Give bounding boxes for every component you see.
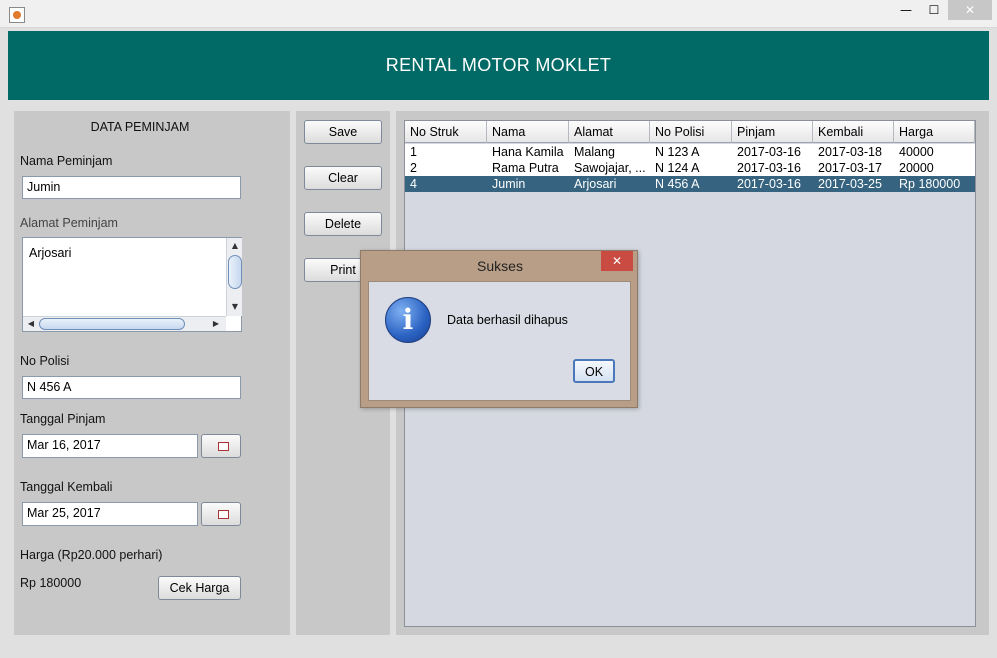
polisi-field[interactable]: N 456 A — [22, 376, 241, 399]
save-button[interactable]: Save — [304, 120, 382, 144]
table-header: No Struk Nama Alamat No Polisi Pinjam Ke… — [405, 121, 975, 143]
dialog-close-button[interactable]: ✕ — [601, 251, 633, 271]
cell-kembali: 2017-03-18 — [818, 145, 882, 159]
cell-nama: Hana Kamila — [492, 145, 564, 159]
harga-label: Harga (Rp20.000 perhari) — [20, 548, 163, 562]
scroll-right-icon[interactable]: ▶ — [209, 317, 223, 331]
dialog-title: Sukses — [477, 258, 523, 274]
pinjam-calendar-button[interactable] — [201, 434, 241, 458]
app-header: RENTAL MOTOR MOKLET — [8, 31, 989, 100]
form-section-title: DATA PEMINJAM — [90, 120, 190, 134]
cell-no-struk: 1 — [410, 145, 417, 159]
cell-alamat: Arjosari — [574, 177, 617, 191]
scroll-down-icon[interactable]: ▼ — [228, 300, 242, 314]
kembali-label: Tanggal Kembali — [20, 480, 113, 494]
scroll-up-icon[interactable]: ▲ — [228, 239, 242, 253]
cell-pinjam: 2017-03-16 — [737, 161, 801, 175]
horizontal-scrollbar[interactable]: ◀ ▶ — [23, 316, 226, 331]
app-title: RENTAL MOTOR MOKLET — [385, 55, 612, 75]
cell-no-struk: 4 — [410, 177, 417, 191]
cell-nama: Jumin — [492, 177, 526, 191]
horizontal-scroll-thumb[interactable] — [39, 318, 185, 330]
maximize-button[interactable]: ☐ — [921, 0, 947, 20]
column-header-harga[interactable]: Harga — [894, 121, 975, 143]
cell-nama: Rama Putra — [492, 161, 559, 175]
alamat-label: Alamat Peminjam — [20, 216, 118, 230]
ok-button[interactable]: OK — [573, 359, 615, 383]
alamat-text: Arjosari — [29, 246, 72, 260]
scroll-left-icon[interactable]: ◀ — [24, 317, 38, 331]
cek-harga-button[interactable]: Cek Harga — [158, 576, 241, 600]
window-title-bar: — ☐ ✕ — [0, 0, 997, 28]
vertical-scroll-thumb[interactable] — [228, 255, 242, 289]
cell-pinjam: 2017-03-16 — [737, 145, 801, 159]
info-icon: i — [385, 297, 431, 343]
cell-alamat: Sawojajar, ... — [574, 161, 646, 175]
cell-no-struk: 2 — [410, 161, 417, 175]
table-row[interactable]: 2 Rama Putra Sawojajar, ... N 124 A 2017… — [405, 160, 975, 176]
cell-harga: Rp 180000 — [899, 177, 961, 191]
cell-no-polisi: N 123 A — [655, 145, 700, 159]
polisi-label: No Polisi — [20, 354, 70, 368]
kembali-calendar-button[interactable] — [201, 502, 241, 526]
cell-harga: 20000 — [899, 161, 934, 175]
pinjam-label: Tanggal Pinjam — [20, 412, 106, 426]
kembali-date-field[interactable]: Mar 25, 2017 — [22, 502, 198, 526]
nama-label: Nama Peminjam — [20, 154, 113, 168]
cell-harga: 40000 — [899, 145, 934, 159]
column-header-no-struk[interactable]: No Struk — [405, 121, 487, 143]
nama-field[interactable]: Jumin — [22, 176, 241, 199]
harga-value: Rp 180000 — [20, 576, 82, 590]
pinjam-date-field[interactable]: Mar 16, 2017 — [22, 434, 198, 458]
cell-pinjam: 2017-03-16 — [737, 177, 801, 191]
cell-kembali: 2017-03-25 — [818, 177, 882, 191]
dialog-body: i Data berhasil dihapus OK — [368, 281, 631, 401]
column-header-nama[interactable]: Nama — [487, 121, 569, 143]
table-row-selected[interactable]: 4 Jumin Arjosari N 456 A 2017-03-16 2017… — [405, 176, 975, 192]
column-header-alamat[interactable]: Alamat — [569, 121, 650, 143]
alamat-textarea[interactable]: Arjosari ▲ ▼ ◀ ▶ — [22, 237, 242, 332]
vertical-scrollbar[interactable]: ▲ ▼ — [226, 238, 242, 316]
minimize-button[interactable]: — — [893, 0, 919, 20]
cell-kembali: 2017-03-17 — [818, 161, 882, 175]
cell-no-polisi: N 456 A — [655, 177, 700, 191]
clear-button[interactable]: Clear — [304, 166, 382, 190]
cell-alamat: Malang — [574, 145, 615, 159]
cell-no-polisi: N 124 A — [655, 161, 700, 175]
delete-button[interactable]: Delete — [304, 212, 382, 236]
table-row[interactable]: 1 Hana Kamila Malang N 123 A 2017-03-16 … — [405, 144, 975, 160]
java-app-icon — [9, 7, 25, 23]
column-header-pinjam[interactable]: Pinjam — [732, 121, 813, 143]
close-window-button[interactable]: ✕ — [948, 0, 992, 20]
column-header-no-polisi[interactable]: No Polisi — [650, 121, 732, 143]
success-dialog: Sukses ✕ i Data berhasil dihapus OK — [360, 250, 638, 408]
column-header-kembali[interactable]: Kembali — [813, 121, 894, 143]
dialog-message: Data berhasil dihapus — [447, 313, 568, 327]
